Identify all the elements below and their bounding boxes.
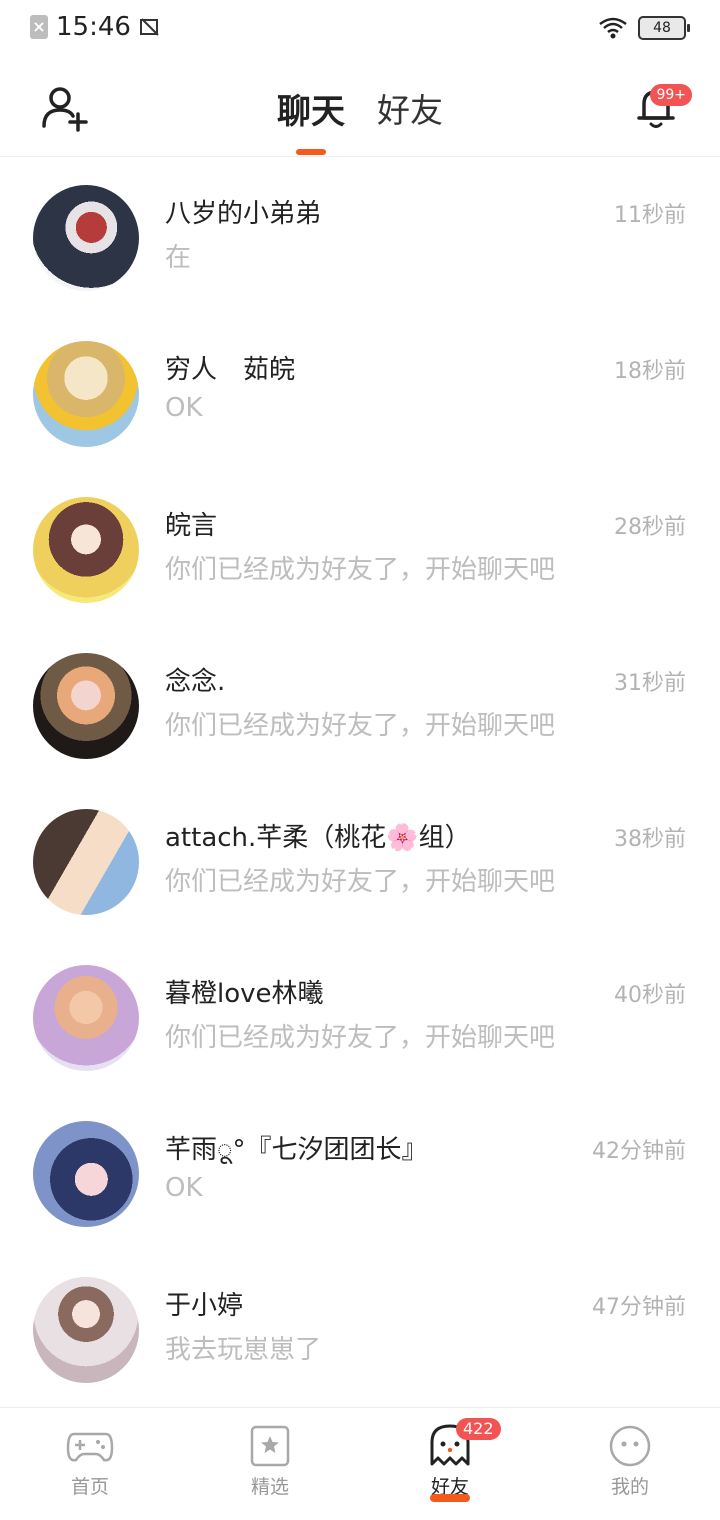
tab-friends[interactable]: 好友: [377, 84, 443, 132]
face-icon: [609, 1425, 651, 1467]
avatar[interactable]: [33, 341, 139, 447]
avatar[interactable]: [33, 965, 139, 1071]
tab-indicator: [296, 149, 326, 155]
message-preview: 你们已经成为好友了，开始聊天吧: [165, 867, 556, 897]
message-time: 47分钟前: [592, 1295, 686, 1320]
nav-label: 我的: [610, 1476, 649, 1498]
star-bookmark-icon: [250, 1425, 290, 1467]
gamepad-icon: [66, 1432, 114, 1462]
chat-row[interactable]: 暮橙love林曦 你们已经成为好友了，开始聊天吧 40秒前: [0, 937, 720, 1093]
message-time: 38秒前: [614, 827, 686, 852]
status-time: 15:46: [56, 12, 131, 42]
chat-row[interactable]: 于小婷 我去玩崽崽了 47分钟前: [0, 1249, 720, 1405]
nav-home[interactable]: 首页: [0, 1408, 180, 1520]
avatar[interactable]: [33, 1121, 139, 1227]
chat-list: 八岁的小弟弟 在 11秒前 穷人 茹皖 OK 18秒前 皖言 你们已经成为好友了…: [0, 157, 720, 1405]
contact-name: 芊雨ू°『七汐团团长』: [165, 1135, 428, 1165]
chat-row[interactable]: 穷人 茹皖 OK 18秒前: [0, 313, 720, 469]
header: 聊天 好友 99+: [0, 58, 720, 157]
tab-chat-label: 聊天: [277, 92, 345, 132]
message-time: 18秒前: [614, 359, 686, 384]
message-preview: OK: [165, 1173, 203, 1203]
screen-record-icon: [139, 18, 159, 36]
nav-me[interactable]: 我的: [540, 1408, 720, 1520]
chat-row[interactable]: 念念. 你们已经成为好友了，开始聊天吧 31秒前: [0, 625, 720, 781]
message-preview: 在: [165, 243, 192, 273]
chat-row[interactable]: 皖言 你们已经成为好友了，开始聊天吧 28秒前: [0, 469, 720, 625]
avatar[interactable]: [33, 653, 139, 759]
contact-name: 穷人 茹皖: [165, 355, 296, 385]
bottom-nav: 首页 精选 422 好友 我的: [0, 1407, 720, 1520]
chat-row[interactable]: 芊雨ू°『七汐团团长』 OK 42分钟前: [0, 1093, 720, 1249]
tab-bar: 聊天 好友: [0, 84, 720, 155]
nav-featured[interactable]: 精选: [180, 1408, 360, 1520]
contact-name: 八岁的小弟弟: [165, 199, 322, 229]
message-time: 28秒前: [614, 515, 686, 540]
message-preview: OK: [165, 393, 203, 423]
notification-badge: 99+: [650, 84, 692, 106]
tab-chat[interactable]: 聊天: [277, 84, 345, 155]
message-time: 42分钟前: [592, 1139, 686, 1164]
no-sim-icon: ×: [30, 15, 48, 39]
contact-name: attach.芊柔（桃花🌸组）: [165, 823, 471, 853]
status-left: × 15:46: [30, 12, 161, 42]
chat-row[interactable]: attach.芊柔（桃花🌸组） 你们已经成为好友了，开始聊天吧 38秒前: [0, 781, 720, 937]
nav-active-indicator: [430, 1494, 470, 1502]
contact-name: 皖言: [165, 511, 218, 541]
contact-name: 于小婷: [165, 1291, 244, 1321]
battery-indicator: 48: [638, 16, 690, 40]
contact-name: 暮橙love林曦: [165, 979, 324, 1009]
message-preview: 你们已经成为好友了，开始聊天吧: [165, 555, 556, 585]
message-time: 40秒前: [614, 983, 686, 1008]
contact-name: 念念.: [165, 667, 226, 697]
status-bar: × 15:46 48: [0, 0, 720, 58]
nav-label: 首页: [70, 1476, 109, 1498]
status-right: 48: [598, 16, 690, 40]
avatar[interactable]: [33, 185, 139, 291]
avatar[interactable]: [33, 809, 139, 915]
message-time: 31秒前: [614, 671, 686, 696]
nav-label: 精选: [250, 1476, 289, 1498]
avatar[interactable]: [33, 497, 139, 603]
avatar[interactable]: [33, 1277, 139, 1383]
message-preview: 你们已经成为好友了，开始聊天吧: [165, 711, 556, 741]
message-preview: 我去玩崽崽了: [165, 1335, 322, 1365]
nav-friends[interactable]: 422 好友: [360, 1408, 540, 1520]
friends-badge: 422: [456, 1418, 501, 1440]
chat-row[interactable]: 八岁的小弟弟 在 11秒前: [0, 157, 720, 313]
tab-friends-label: 好友: [377, 91, 443, 130]
wifi-icon: [599, 17, 627, 39]
message-preview: 你们已经成为好友了，开始聊天吧: [165, 1023, 556, 1053]
message-time: 11秒前: [614, 203, 686, 228]
